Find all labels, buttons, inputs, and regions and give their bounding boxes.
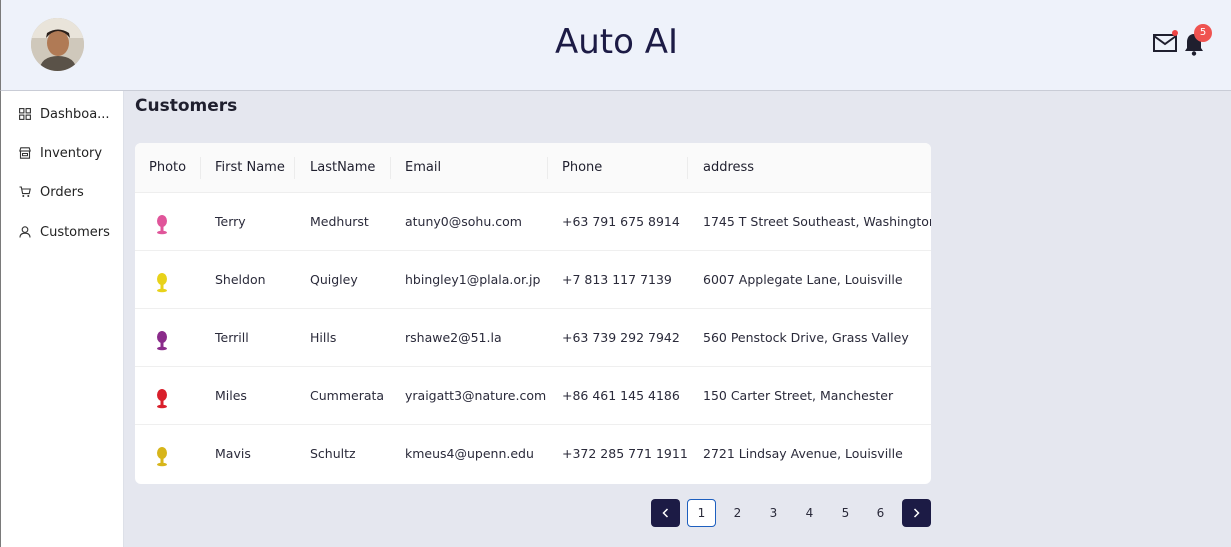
cell-last-name: Hills — [310, 330, 337, 345]
page-button-6[interactable]: 6 — [866, 499, 895, 527]
sidebar-item-label: Dashboa... — [40, 106, 110, 122]
notification-badge: 5 — [1194, 24, 1212, 42]
product-photo — [157, 447, 167, 467]
column-divider — [687, 157, 688, 179]
page-button-3[interactable]: 3 — [759, 499, 788, 527]
cell-email: atuny0@sohu.com — [405, 214, 522, 229]
column-header-email: Email — [405, 160, 442, 175]
table-row[interactable]: Mavis Schultz kmeus4@upenn.edu +372 285 … — [135, 425, 931, 483]
cell-phone: +63 739 292 7942 — [562, 330, 680, 345]
cell-first-name: Terry — [215, 214, 246, 229]
cell-phone: +372 285 771 1911 — [562, 446, 688, 461]
product-photo — [157, 389, 167, 409]
cell-last-name: Cummerata — [310, 388, 385, 403]
cell-email: hbingley1@plala.or.jp — [405, 272, 541, 287]
mail-unread-dot — [1172, 30, 1178, 36]
page-button-4[interactable]: 4 — [795, 499, 824, 527]
page-button-2[interactable]: 2 — [723, 499, 752, 527]
dashboard-grid-icon — [19, 108, 31, 120]
sidebar-item-label: Inventory — [40, 145, 103, 161]
cell-first-name: Miles — [215, 388, 247, 403]
cell-phone: +63 791 675 8914 — [562, 214, 680, 229]
cell-first-name: Sheldon — [215, 272, 266, 287]
sidebar-item-customers[interactable]: Customers — [19, 222, 110, 242]
cell-address: 2721 Lindsay Avenue, Louisville — [703, 446, 903, 461]
sidebar-item-dashboard[interactable]: Dashboa... — [19, 104, 110, 124]
app-title: Auto AI — [554, 22, 679, 62]
chevron-left-icon — [662, 508, 669, 518]
column-header-last-name: LastName — [310, 160, 376, 175]
cell-address: 560 Penstock Drive, Grass Valley — [703, 330, 909, 345]
cell-last-name: Quigley — [310, 272, 358, 287]
column-divider — [390, 157, 391, 179]
next-page-button[interactable] — [902, 499, 931, 527]
column-divider — [294, 157, 295, 179]
column-header-photo: Photo — [149, 160, 187, 175]
column-header-phone: Phone — [562, 160, 603, 175]
cell-email: kmeus4@upenn.edu — [405, 446, 534, 461]
product-photo — [157, 215, 167, 235]
table-row[interactable]: Sheldon Quigley hbingley1@plala.or.jp +7… — [135, 251, 931, 309]
chevron-right-icon — [913, 508, 920, 518]
sidebar-item-orders[interactable]: Orders — [19, 182, 84, 202]
cell-address: 6007 Applegate Lane, Louisville — [703, 272, 903, 287]
user-icon — [19, 226, 31, 238]
cell-first-name: Terrill — [215, 330, 249, 345]
cell-address: 1745 T Street Southeast, Washington — [703, 214, 931, 229]
sidebar: Dashboa... Inventory Orders Customers — [0, 91, 124, 547]
column-divider — [547, 157, 548, 179]
table-header: Photo First Name LastName Email Phone ad… — [135, 143, 931, 193]
cart-icon — [19, 186, 31, 197]
mail-icon[interactable] — [1153, 33, 1177, 53]
column-divider — [200, 157, 201, 179]
sidebar-item-inventory[interactable]: Inventory — [19, 143, 102, 163]
cell-email: yraigatt3@nature.com — [405, 388, 547, 403]
previous-page-button[interactable] — [651, 499, 680, 527]
customers-table: Photo First Name LastName Email Phone ad… — [135, 143, 931, 484]
page-title: Customers — [135, 96, 238, 116]
cell-last-name: Schultz — [310, 446, 356, 461]
cell-phone: +7 813 117 7139 — [562, 272, 672, 287]
cell-email: rshawe2@51.la — [405, 330, 502, 345]
table-row[interactable]: Terrill Hills rshawe2@51.la +63 739 292 … — [135, 309, 931, 367]
table-row[interactable]: Miles Cummerata yraigatt3@nature.com +86… — [135, 367, 931, 425]
page-button-1[interactable]: 1 — [687, 499, 716, 527]
cell-last-name: Medhurst — [310, 214, 369, 229]
sidebar-item-label: Customers — [40, 224, 110, 240]
shop-icon — [19, 147, 31, 159]
column-header-first-name: First Name — [215, 160, 285, 175]
cell-first-name: Mavis — [215, 446, 251, 461]
product-photo — [157, 273, 167, 293]
cell-phone: +86 461 145 4186 — [562, 388, 680, 403]
page-button-5[interactable]: 5 — [831, 499, 860, 527]
table-row[interactable]: Terry Medhurst atuny0@sohu.com +63 791 6… — [135, 193, 931, 251]
sidebar-item-label: Orders — [40, 184, 84, 200]
top-header: Auto AI 5 — [0, 0, 1231, 91]
product-photo — [157, 331, 167, 351]
column-header-address: address — [703, 160, 755, 175]
cell-address: 150 Carter Street, Manchester — [703, 388, 894, 403]
